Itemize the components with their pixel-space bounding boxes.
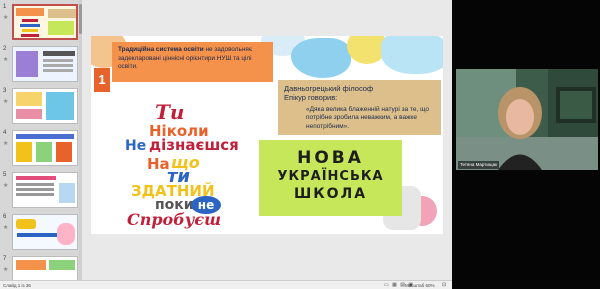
participant-video-tile[interactable]: Тетяна Мартищак [456,69,598,170]
thumbnail-row[interactable]: 2 ★ [0,44,82,84]
thumbnail-number: 2 [3,46,7,52]
animation-star-icon: ★ [3,267,9,273]
slide-thumbnail[interactable] [12,88,78,124]
tradition-text-box: Традиційна система освіти не задовольняє… [112,42,273,82]
thumbnail-number: 5 [3,172,7,178]
slide-thumbnail[interactable] [12,4,78,40]
phrase-word: дізнаєшся [149,136,239,154]
phrase-word: Спробуєш [127,210,222,229]
slide-thumbnail[interactable] [12,256,78,280]
slide-thumbnail[interactable] [12,214,78,250]
decor-blob [291,38,351,78]
epicurus-quote-box: Давньогрецький філософ Епікур говорив: «… [278,80,441,135]
thumbnail-number: 6 [3,214,7,220]
thumbnail-number: 4 [3,130,7,136]
screen: 1 ★ 2 ★ 3 ★ 4 ★ 5 ★ 6 ★ 7 ★ 1 Традиційна… [0,0,600,289]
animation-star-icon: ★ [3,99,9,105]
participant-name-label: Тетяна Мартищак [458,161,500,169]
nus-line-2: УКРАЇНСЬКА [277,169,384,184]
thumbnail-row[interactable]: 3 ★ [0,86,82,126]
thumbnail-row[interactable]: 5 ★ [0,170,82,210]
slide-thumbnail[interactable] [12,46,78,82]
status-bar: Слайд 1 із 36 ▭ ▦ ▤ ▣ Масштаб 60% ⊡ [0,280,452,289]
animation-star-icon: ★ [3,225,9,231]
quote-heading-1: Давньогрецький філософ [284,84,374,93]
animation-star-icon: ★ [3,15,9,21]
thumbnail-row[interactable]: 7 ★ [0,254,82,280]
tradition-bold-text: Традиційна система освіти [118,46,204,53]
current-slide[interactable]: 1 Традиційна система освіти не задовольн… [91,36,443,234]
thumbnail-number: 7 [3,256,7,262]
slide-thumbnail-pane[interactable]: 1 ★ 2 ★ 3 ★ 4 ★ 5 ★ 6 ★ 7 ★ [0,0,82,280]
video-call-panel: Тетяна Мартищак [452,0,600,289]
quote-text: «Дяка велика блаженній натурі за те, що … [306,105,429,130]
nus-logo-box: НОВА УКРАЇНСЬКА ШКОЛА [259,140,402,216]
slide-editor[interactable]: 1 Традиційна система освіти не задовольн… [82,0,452,280]
animation-star-icon: ★ [3,57,9,63]
fit-to-window-icon[interactable]: ⊡ [442,282,446,288]
animation-star-icon: ★ [3,141,9,147]
thumbnail-number: 1 [3,4,7,10]
slide-number-badge: 1 [94,68,110,92]
powerpoint-window: 1 ★ 2 ★ 3 ★ 4 ★ 5 ★ 6 ★ 7 ★ 1 Традиційна… [0,0,452,289]
zoom-label[interactable]: Масштаб 60% [405,283,435,288]
thumbnail-row[interactable]: 4 ★ [0,128,82,168]
slide-thumbnail[interactable] [12,172,78,208]
slide-count-label: Слайд 1 із 36 [3,283,31,288]
nus-line-1: НОВА [297,148,364,168]
phrase-word: Ти [155,100,185,124]
phrase-word: Не [125,138,147,154]
animation-star-icon: ★ [3,183,9,189]
nus-line-3: ШКОЛА [293,186,368,202]
slide-thumbnail[interactable] [12,130,78,166]
thumbnail-row[interactable]: 1 ★ [0,2,82,42]
thumbnail-number: 3 [3,88,7,94]
participant-video-image [456,69,598,170]
thumbnail-row[interactable]: 6 ★ [0,212,82,252]
quote-heading-2: Епікур говорив: [284,93,338,103]
decor-blob [381,36,443,74]
